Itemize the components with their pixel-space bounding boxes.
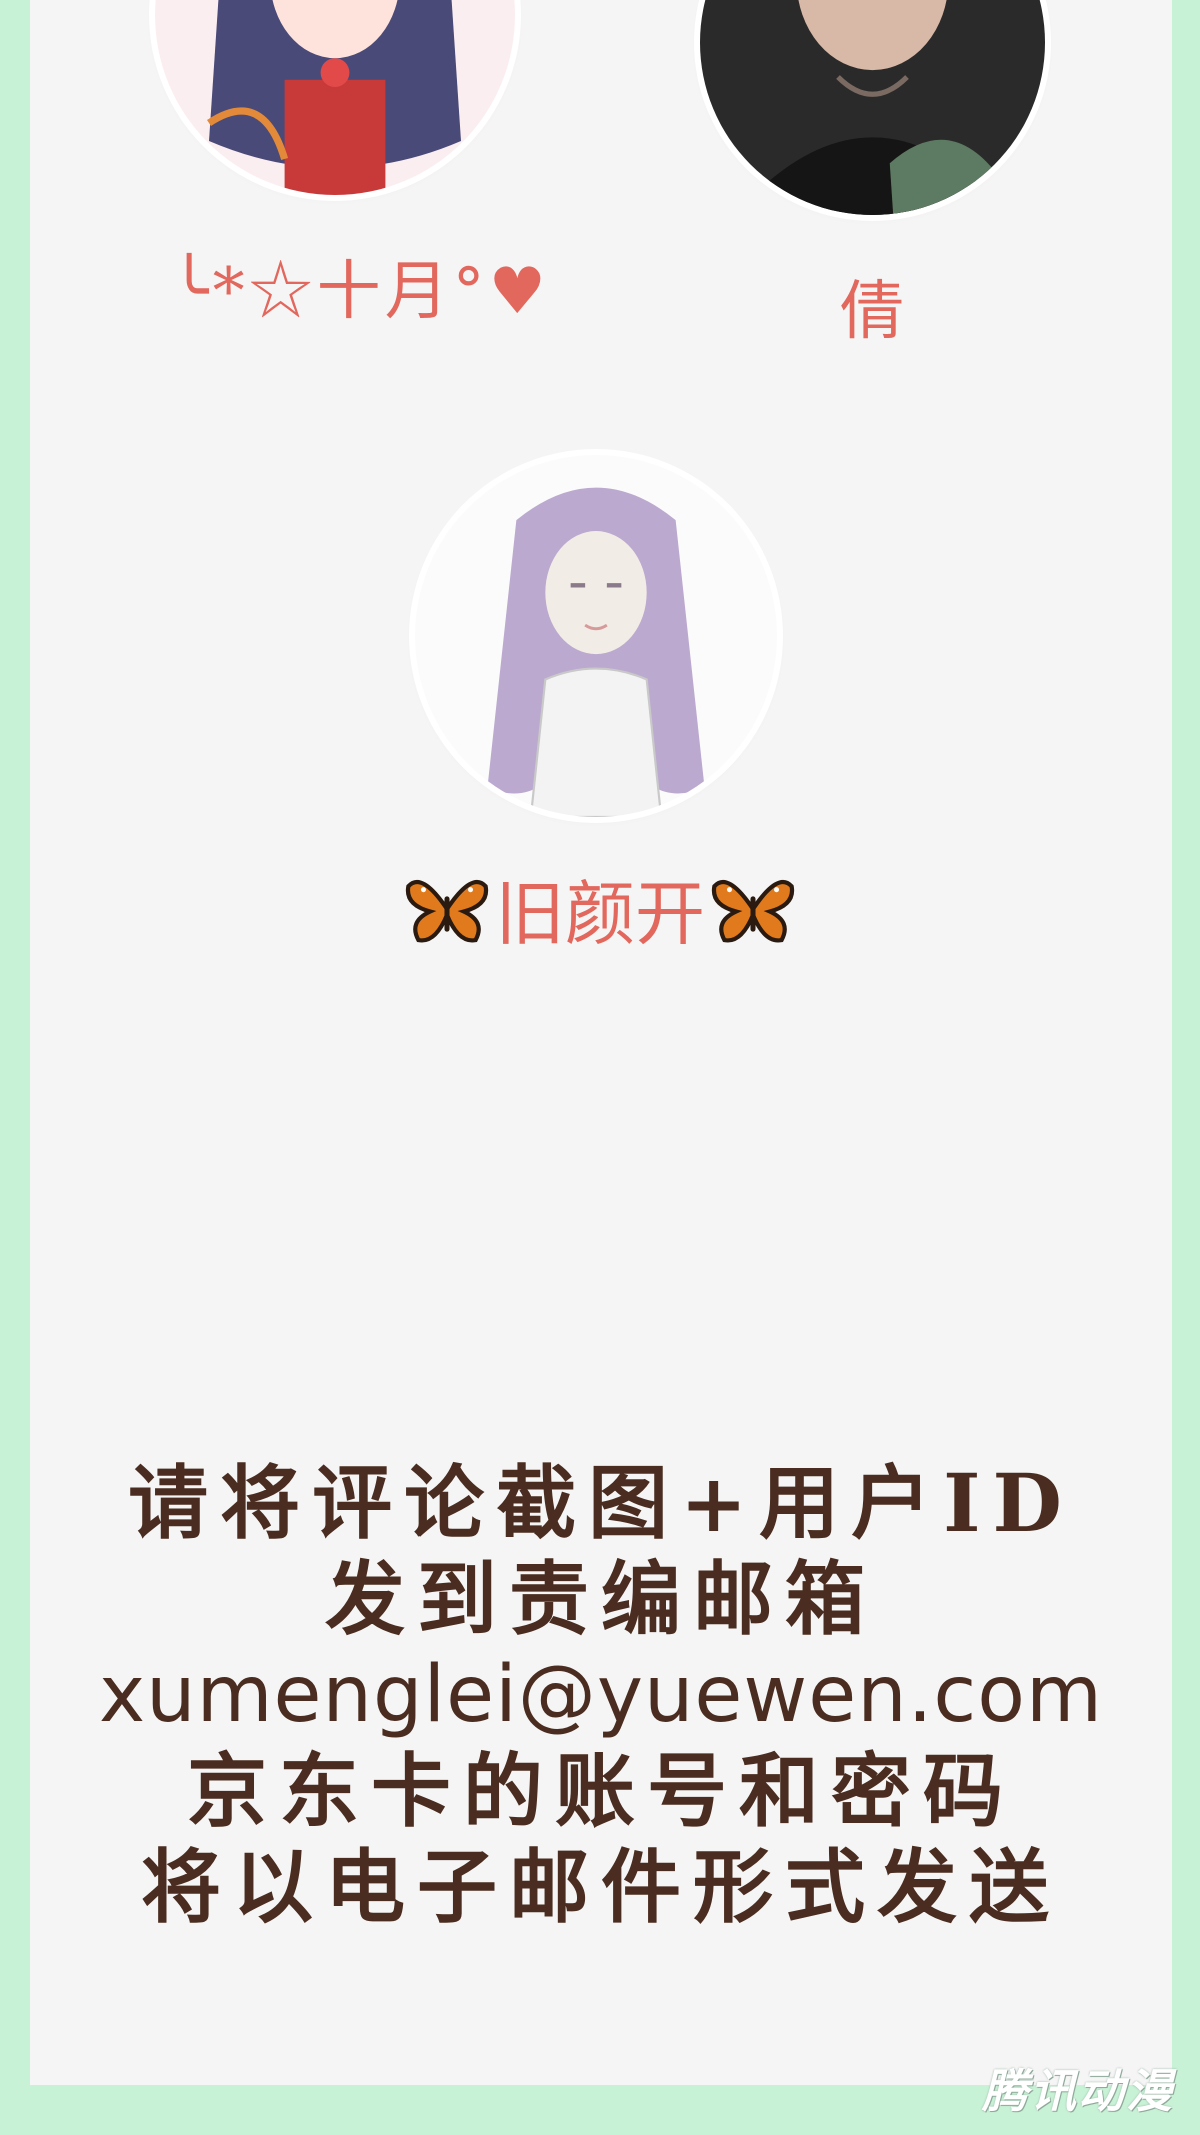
butterfly-icon — [405, 870, 489, 948]
user-avatar-3[interactable] — [415, 455, 777, 817]
prize-notice: 请将评论截图+用户ID 发到责编邮箱 xumenglei@yuewen.com … — [30, 1455, 1172, 1935]
butterfly-icon — [711, 870, 795, 948]
notice-line-4: 京东卡的账号和密码 — [187, 1744, 1015, 1838]
user-name-2: 倩 — [840, 275, 904, 349]
user-name-1: ╰*☆十月°♥ — [170, 255, 550, 329]
notice-line-2: 发到责编邮箱 — [325, 1552, 877, 1646]
notice-line-1: 请将评论截图+用户ID — [128, 1456, 1074, 1550]
user-name-3-row: 旧颜开 — [330, 858, 870, 959]
user-name-3: 旧颜开 — [495, 873, 705, 955]
watermark-logo: 腾讯动漫 — [982, 2064, 1174, 2118]
notice-email: xumenglei@yuewen.com — [98, 1650, 1104, 1740]
notice-line-5: 将以电子邮件形式发送 — [141, 1840, 1061, 1934]
anime-girl-lavender-avatar-icon — [415, 455, 777, 817]
